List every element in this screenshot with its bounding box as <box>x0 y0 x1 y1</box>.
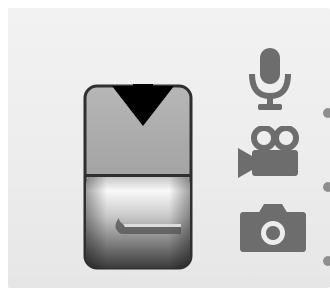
audio-indicator-dot <box>323 108 330 118</box>
microphone-icon[interactable] <box>246 46 296 112</box>
camera-icon[interactable] <box>238 202 308 254</box>
video-camera-icon[interactable] <box>232 126 302 182</box>
capture-mode-panel <box>0 0 330 296</box>
capture-mode-slider[interactable] <box>83 84 193 270</box>
video-indicator-dot <box>323 182 330 192</box>
photo-indicator-dot <box>323 256 330 266</box>
slider-knob[interactable] <box>86 174 190 268</box>
